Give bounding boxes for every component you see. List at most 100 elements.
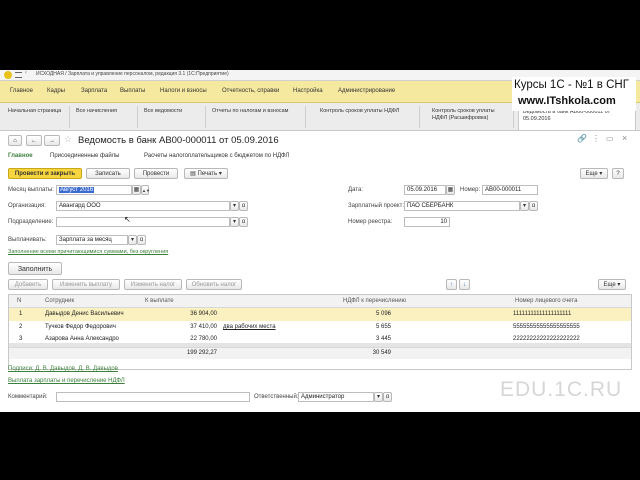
dept-dropdown-button[interactable]: ▾ <box>230 217 239 227</box>
registry-label: Номер реестра: <box>348 219 393 225</box>
table-row[interactable]: 3 Азарова Анна Александро 22 780,00 3 44… <box>9 334 631 342</box>
app-window: ‹ ИСХОДНАЯ / Зарплата и управление персо… <box>0 70 640 412</box>
table-footer: 199 292,27 30 549 <box>9 347 631 359</box>
tab-ndfl-control-details[interactable]: Контроль сроков уплаты НДФЛ (Расшифровка… <box>428 106 514 128</box>
org-label: Организация: <box>8 203 46 209</box>
mouse-cursor-icon: ↖ <box>124 215 131 224</box>
dept-label: Подразделение: <box>8 219 54 225</box>
table-more-button[interactable]: Еще ▾ <box>598 279 626 290</box>
col-n[interactable]: N <box>17 295 21 307</box>
back-nav-icon[interactable]: ‹ <box>25 70 27 76</box>
table-row[interactable]: 2 Тучков Федор Федорович 37 410,00 два р… <box>9 321 631 334</box>
back-button[interactable]: ← <box>26 135 42 146</box>
menu-icon[interactable] <box>15 72 22 78</box>
menu-admin[interactable]: Администрирование <box>338 88 395 94</box>
registry-input[interactable]: 10 <box>404 217 450 227</box>
total-ndfl: 30 549 <box>372 350 391 356</box>
org-dropdown-button[interactable]: ▾ <box>230 201 239 211</box>
responsible-input[interactable]: Администратор <box>298 392 374 402</box>
favorite-star-icon[interactable]: ☆ <box>64 134 72 145</box>
menu-taxes[interactable]: Налоги и взносы <box>160 88 207 94</box>
payout-link[interactable]: Выплата зарплаты и перечисление НДФЛ <box>8 378 125 384</box>
course-site: www.ITshkola.com <box>518 95 616 107</box>
menu-salary[interactable]: Зарплата <box>81 88 107 94</box>
col-amount[interactable]: К выплате <box>145 295 174 307</box>
save-button[interactable]: Записать <box>86 168 130 179</box>
course-banner: Курсы 1С - №1 в СНГ www.ITshkola.com <box>512 77 636 111</box>
arrow-right-icon: → <box>49 138 55 144</box>
dept-open-button[interactable]: ɑ <box>239 217 248 227</box>
link-icon[interactable]: 🔗 <box>577 134 587 143</box>
col-ndfl[interactable]: НДФЛ к перечислению <box>343 295 406 307</box>
menu-reports[interactable]: Отчетность, справки <box>222 88 279 94</box>
org-open-button[interactable]: ɑ <box>239 201 248 211</box>
post-close-button[interactable]: Провести и закрыть <box>8 168 82 179</box>
project-open-button[interactable]: ɑ <box>529 201 538 211</box>
form-title: Ведомость в банк АВ00-000011 от 05.09.20… <box>78 135 279 146</box>
forward-button[interactable]: → <box>44 135 60 146</box>
move-down-button[interactable]: ↓ <box>459 279 470 290</box>
tab-tax-reports[interactable]: Отчеты по налогам и взносам <box>208 106 306 128</box>
printer-icon: ▤ <box>190 171 198 177</box>
comment-label: Комментарий: <box>8 394 48 400</box>
pay-open-button[interactable]: ɑ <box>137 235 146 245</box>
pay-dropdown-button[interactable]: ▾ <box>128 235 137 245</box>
help-button[interactable]: ? <box>612 168 624 179</box>
arrow-up-icon: ↑ <box>450 282 453 288</box>
change-tax-button[interactable]: Изменить налог <box>124 279 182 290</box>
responsible-dropdown-button[interactable]: ▾ <box>374 392 383 402</box>
project-dropdown-button[interactable]: ▾ <box>520 201 529 211</box>
pay-input[interactable]: Зарплата за месяц <box>56 235 128 245</box>
subtab-ndfl-calcs[interactable]: Расчеты налогоплательщиков с бюджетом по… <box>144 153 289 159</box>
table-row[interactable]: 1 Давыдов Денис Васильевич 36 904,00 5 0… <box>9 308 631 321</box>
print-button[interactable]: ▤ Печать ▾ <box>184 168 228 179</box>
menu-settings[interactable]: Настройка <box>293 88 323 94</box>
arrow-down-icon: ↓ <box>463 282 466 288</box>
arrow-left-icon: ← <box>31 138 37 144</box>
org-input[interactable]: Авангард ООО <box>56 201 230 211</box>
menu-payouts[interactable]: Выплаты <box>120 88 145 94</box>
refresh-tax-button[interactable]: Обновить налог <box>186 279 242 290</box>
move-up-button[interactable]: ↑ <box>446 279 457 290</box>
course-title: Курсы 1С - №1 в СНГ <box>514 79 629 91</box>
tab-accruals[interactable]: Все начисления <box>72 106 138 128</box>
month-input[interactable]: Август 2016 <box>56 185 132 195</box>
subtab-files[interactable]: Присоединенные файлы <box>50 153 120 159</box>
workplaces-link[interactable]: два рабочих места <box>223 321 276 334</box>
signatures-link[interactable]: Подписи: Д. В. Давыдов, Д. В. Давыдов <box>8 366 118 372</box>
post-button[interactable]: Провести <box>134 168 178 179</box>
project-input[interactable]: ПАО СБЕРБАНК <box>404 201 520 211</box>
comment-input[interactable] <box>56 392 250 402</box>
col-account[interactable]: Номер лицевого счета <box>515 295 577 307</box>
number-input[interactable]: АВ00-000011 <box>482 185 538 195</box>
month-stepper[interactable]: ▲▼ <box>141 185 150 195</box>
more-vert-icon[interactable]: ⋮ <box>592 134 600 143</box>
col-employee[interactable]: Сотрудник <box>45 295 74 307</box>
window-title: ИСХОДНАЯ / Зарплата и управление персона… <box>36 71 229 77</box>
add-row-button[interactable]: Добавить <box>8 279 48 290</box>
subtab-main[interactable]: Главное <box>8 153 33 159</box>
close-icon[interactable]: × <box>622 133 627 143</box>
menu-hr[interactable]: Кадры <box>47 88 65 94</box>
fill-mode-link[interactable]: Заполнение всеми причитающимися суммами,… <box>8 249 168 255</box>
responsible-open-button[interactable]: ɑ <box>383 392 392 402</box>
edu-watermark: EDU.1C.RU <box>500 378 623 401</box>
calendar-icon: ▦ <box>447 187 454 193</box>
help-icon: ? <box>616 171 620 177</box>
tab-home[interactable]: Начальная страница <box>4 106 70 128</box>
more-button[interactable]: Еще ▾ <box>580 168 608 179</box>
project-label: Зарплатный проект: <box>348 203 405 209</box>
date-picker-button[interactable]: ▦ <box>446 185 455 195</box>
fill-button[interactable]: Заполнить <box>8 262 62 275</box>
maximize-icon[interactable]: ▭ <box>606 134 614 143</box>
home-button[interactable]: ⌂ <box>8 135 22 146</box>
home-icon: ⌂ <box>13 138 17 144</box>
date-input[interactable]: 05.09.2016 <box>404 185 446 195</box>
tab-ndfl-control[interactable]: Контроль сроков уплаты НДФЛ <box>316 106 420 128</box>
tab-statements[interactable]: Все ведомости <box>140 106 206 128</box>
month-label: Месяц выплаты: <box>8 187 54 193</box>
menu-main[interactable]: Главное <box>10 88 33 94</box>
change-pay-button[interactable]: Изменить выплату <box>52 279 120 290</box>
dept-input[interactable] <box>56 217 230 227</box>
month-picker-button[interactable]: ▦ <box>132 185 141 195</box>
